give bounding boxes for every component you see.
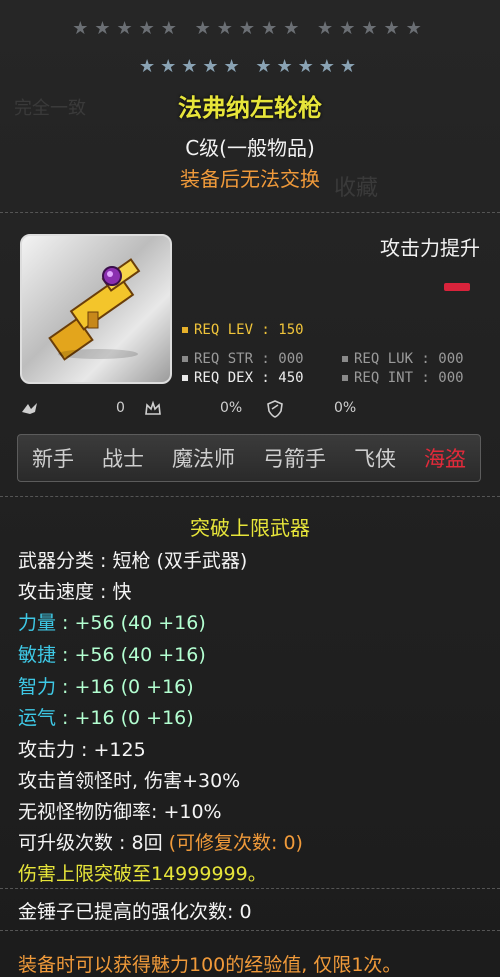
stat-value: 0% xyxy=(334,400,357,416)
attack-speed: 攻击速度 : 快 xyxy=(18,581,132,603)
stat-int: 智力 : +16 (0 +16) xyxy=(18,676,194,698)
weapon-category: 武器分类 : 短枪 (双手武器) xyxy=(18,550,248,572)
divider xyxy=(0,212,500,213)
revolver-icon xyxy=(48,258,141,361)
bullet-icon xyxy=(342,356,348,362)
stat-attack: 攻击力 : +125 xyxy=(18,739,146,761)
upgrade-slots: 可升级次数 : 8回 (可修复次数: 0) xyxy=(18,832,303,854)
stat-str: 力量 : +56 (40 +16) xyxy=(18,612,206,634)
attack-change-indicator xyxy=(444,283,470,291)
star-force-row: ★★★★★ ★★★★★ xyxy=(138,56,362,77)
job-warrior: 战士 xyxy=(102,447,144,471)
job-thief: 飞侠 xyxy=(354,447,396,471)
bird-icon xyxy=(20,400,40,422)
hammer-count: 金锤子已提高的强化次数: 0 xyxy=(18,901,252,923)
item-name: 法弗纳左轮枪 xyxy=(178,94,322,122)
trade-restriction: 装备后无法交换 xyxy=(180,167,320,191)
extra-stat-row: 0 0% 0% xyxy=(20,400,480,422)
divider xyxy=(0,930,500,931)
ignore-defense: 无视怪物防御率: +10% xyxy=(18,801,222,823)
bullet-icon xyxy=(182,356,188,362)
section-title: 突破上限武器 xyxy=(190,516,310,540)
job-class-bar: 新手 战士 魔法师 弓箭手 飞侠 海盗 xyxy=(17,434,481,482)
job-bowman: 弓箭手 xyxy=(263,447,326,471)
stat-luk: 运气 : +16 (0 +16) xyxy=(18,707,194,729)
star-force-row-faded: ★★★★★ ★★★★★ ★★★★★ xyxy=(72,18,428,39)
shield-icon xyxy=(266,400,284,422)
stat-value: 0% xyxy=(220,400,243,416)
damage-cap: 伤害上限突破至14999999。 xyxy=(18,863,267,885)
req-luk: REQ LUK : 000 xyxy=(342,351,464,367)
item-icon-frame[interactable] xyxy=(20,234,172,384)
divider xyxy=(0,496,500,497)
item-tooltip: ★★★★★ ★★★★★ ★★★★★ 完全一致 收藏 ★★★★★ ★★★★★ 法弗… xyxy=(0,0,500,976)
req-int: REQ INT : 000 xyxy=(342,370,464,386)
stat-dex: 敏捷 : +56 (40 +16) xyxy=(18,644,206,666)
job-beginner: 新手 xyxy=(32,447,74,471)
crown-icon xyxy=(144,400,162,422)
req-level: REQ LEV : 150 xyxy=(182,322,304,338)
req-dex: REQ DEX : 450 xyxy=(182,370,304,386)
attack-increase-label: 攻击力提升 xyxy=(380,236,480,260)
divider xyxy=(0,888,500,889)
item-grade: C级(一般物品) xyxy=(185,136,315,160)
bullet-icon xyxy=(342,375,348,381)
job-pirate: 海盗 xyxy=(424,447,466,471)
req-str: REQ STR : 000 xyxy=(182,351,304,367)
bullet-icon xyxy=(182,375,188,381)
job-magician: 魔法师 xyxy=(172,447,235,471)
boss-damage: 攻击首领怪时, 伤害+30% xyxy=(18,770,241,792)
charm-exp-note: 装备时可以获得魅力100的经验值, 仅限1次。 xyxy=(18,954,402,976)
bullet-icon xyxy=(182,327,188,333)
stat-value: 0 xyxy=(116,400,125,416)
